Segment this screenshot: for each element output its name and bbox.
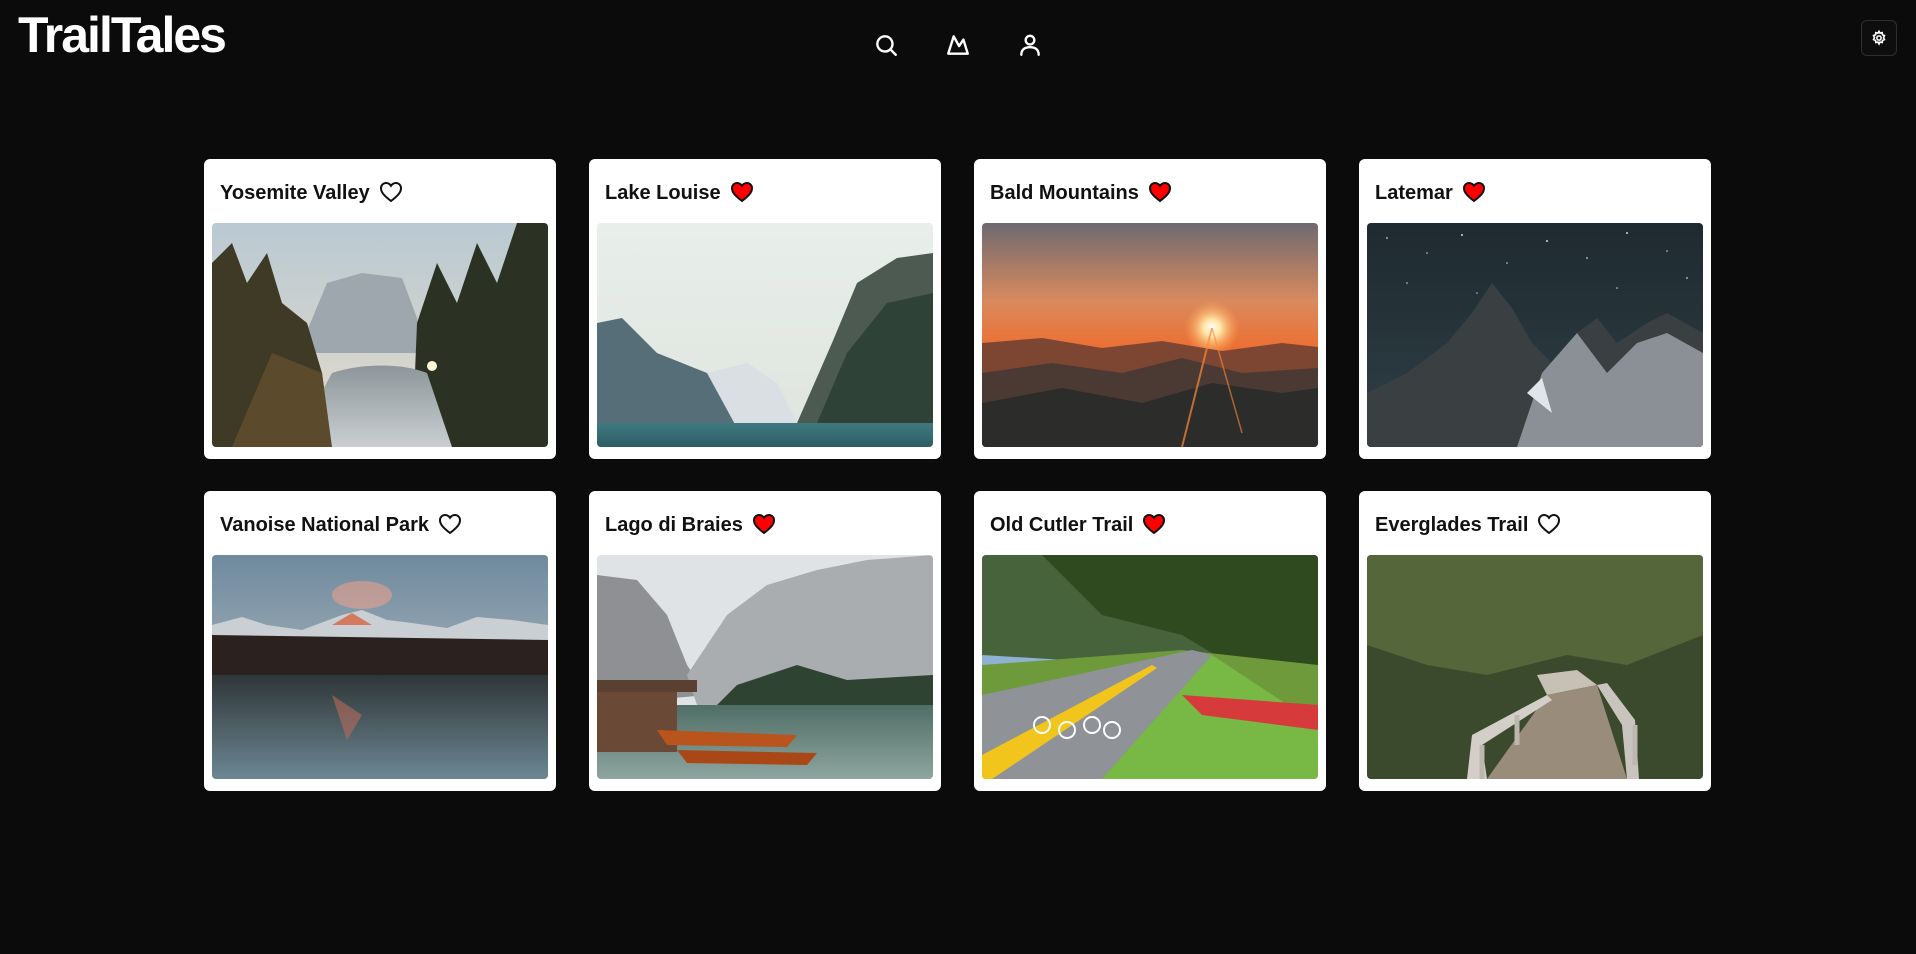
trail-name: Yosemite Valley bbox=[220, 181, 370, 204]
favorite-toggle[interactable] bbox=[730, 180, 754, 204]
trail-name: Vanoise National Park bbox=[220, 513, 429, 536]
search-icon bbox=[876, 35, 897, 56]
card-header: Bald Mountains bbox=[982, 163, 1318, 223]
trail-card[interactable]: Lago di Braies bbox=[589, 491, 941, 791]
favorite-toggle[interactable] bbox=[1462, 180, 1486, 204]
trail-card[interactable]: Everglades Trail bbox=[1359, 491, 1711, 791]
app-logo[interactable]: TrailTales bbox=[18, 6, 227, 64]
top-bar: TrailTales bbox=[0, 0, 1916, 90]
search-button[interactable] bbox=[868, 28, 904, 62]
main-nav bbox=[868, 28, 1048, 62]
trail-photo-vanoise bbox=[212, 555, 548, 779]
heart-icon bbox=[438, 513, 461, 534]
trail-photo-bald-mountains bbox=[982, 223, 1318, 447]
trail-card[interactable]: Old Cutler Trail bbox=[974, 491, 1326, 791]
mountain-icon bbox=[947, 35, 969, 55]
trail-name: Bald Mountains bbox=[990, 181, 1139, 204]
trail-photo-old-cutler bbox=[982, 555, 1318, 779]
trail-photo-everglades bbox=[1367, 555, 1703, 779]
settings-button[interactable] bbox=[1861, 20, 1897, 56]
heart-icon bbox=[1148, 181, 1171, 202]
card-header: Lake Louise bbox=[597, 163, 933, 223]
favorite-toggle[interactable] bbox=[1142, 512, 1166, 536]
profile-button[interactable] bbox=[1012, 28, 1048, 62]
trail-name: Lago di Braies bbox=[605, 513, 743, 536]
trail-photo-latemar bbox=[1367, 223, 1703, 447]
card-header: Vanoise National Park bbox=[212, 495, 548, 555]
heart-icon bbox=[752, 513, 775, 534]
trail-name: Latemar bbox=[1375, 181, 1453, 204]
trail-card[interactable]: Yosemite Valley bbox=[204, 159, 556, 459]
trail-grid: Yosemite Valley Lake Louise Bald Mountai… bbox=[204, 159, 1711, 791]
user-icon bbox=[1020, 34, 1040, 56]
card-header: Everglades Trail bbox=[1367, 495, 1703, 555]
card-header: Lago di Braies bbox=[597, 495, 933, 555]
trails-button[interactable] bbox=[940, 28, 976, 62]
trail-name: Old Cutler Trail bbox=[990, 513, 1134, 536]
trail-photo-lago-di-braies bbox=[597, 555, 933, 779]
trail-card[interactable]: Latemar bbox=[1359, 159, 1711, 459]
favorite-toggle[interactable] bbox=[379, 180, 403, 204]
favorite-toggle[interactable] bbox=[1148, 180, 1172, 204]
card-header: Old Cutler Trail bbox=[982, 495, 1318, 555]
favorite-toggle[interactable] bbox=[438, 512, 462, 536]
trail-photo-lake-louise bbox=[597, 223, 933, 447]
heart-icon bbox=[730, 181, 753, 202]
card-header: Latemar bbox=[1367, 163, 1703, 223]
heart-icon bbox=[1538, 513, 1561, 534]
trail-card[interactable]: Vanoise National Park bbox=[204, 491, 556, 791]
heart-icon bbox=[379, 181, 402, 202]
trail-card[interactable]: Bald Mountains bbox=[974, 159, 1326, 459]
favorite-toggle[interactable] bbox=[1537, 512, 1561, 536]
heart-icon bbox=[1143, 513, 1166, 534]
card-header: Yosemite Valley bbox=[212, 163, 548, 223]
trail-card[interactable]: Lake Louise bbox=[589, 159, 941, 459]
heart-icon bbox=[1462, 181, 1485, 202]
trail-photo-yosemite bbox=[212, 223, 548, 447]
trail-name: Lake Louise bbox=[605, 181, 721, 204]
favorite-toggle[interactable] bbox=[752, 512, 776, 536]
trail-name: Everglades Trail bbox=[1375, 513, 1529, 536]
gear-icon bbox=[1872, 30, 1886, 46]
